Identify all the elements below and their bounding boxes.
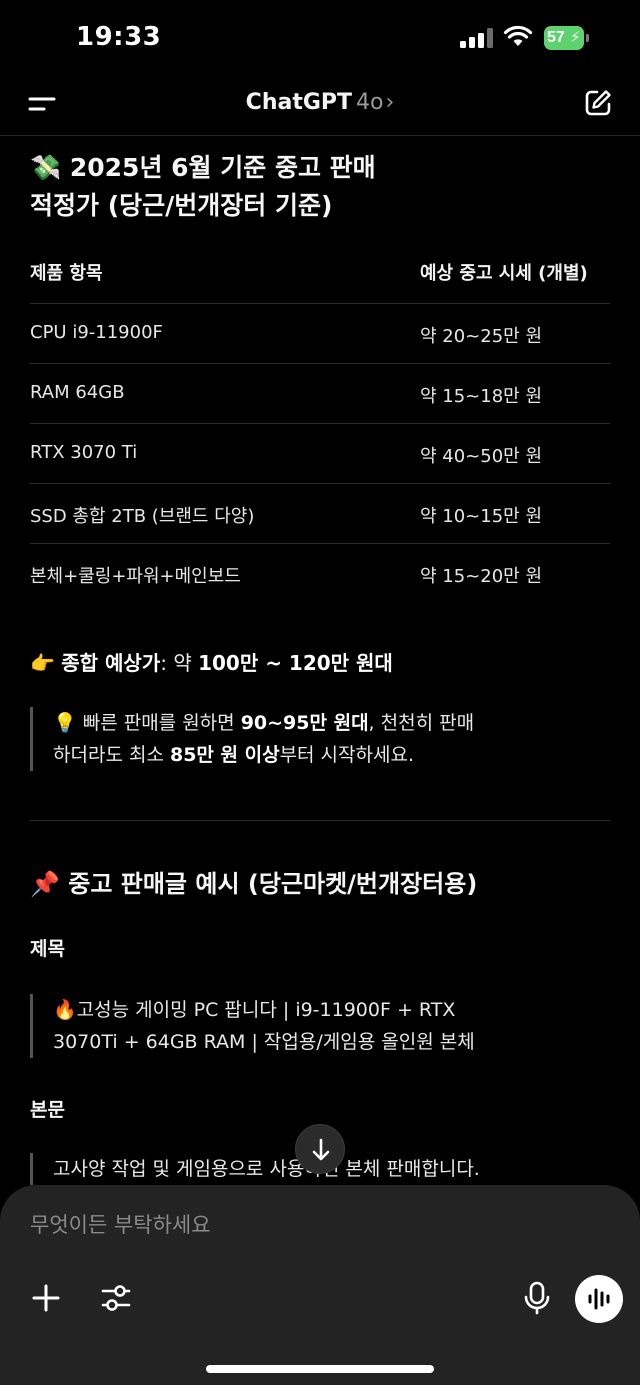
- mic-icon[interactable]: [522, 1281, 552, 1315]
- arrow-down-icon: [312, 1138, 330, 1161]
- battery-percent: 57: [547, 29, 565, 46]
- edit-icon[interactable]: [583, 88, 613, 118]
- table-row: SSD 총합 2TB (브랜드 다양) 약 10~15만 원: [30, 483, 610, 543]
- composer: [0, 1185, 640, 1385]
- table-header-price: 예상 중고 시세 (개별): [420, 263, 588, 284]
- pushpin-icon: 📌: [30, 870, 60, 898]
- charging-bolt-icon: ⚡: [570, 28, 581, 46]
- table-row: 본체+쿨링+파워+메인보드 약 15~20만 원: [30, 543, 610, 603]
- model-selector[interactable]: ChatGPT 4o›: [0, 90, 640, 115]
- money-emoji-icon: 💸: [30, 153, 62, 182]
- fire-icon: 🔥: [53, 999, 77, 1021]
- sliders-icon[interactable]: [100, 1282, 132, 1314]
- app-title: ChatGPT: [245, 90, 353, 115]
- voice-mode-button[interactable]: [575, 1275, 623, 1323]
- message-input[interactable]: [30, 1213, 590, 1237]
- post-body-blockquote: 고사양 작업 및 게임용으로 사용하던 본체 판매합니다.: [30, 1153, 480, 1185]
- table-header-item: 제품 항목: [30, 263, 103, 284]
- body-label: 본문: [30, 1099, 65, 1121]
- chevron-right-icon: ›: [385, 90, 395, 115]
- voice-waveform-icon: [588, 1288, 610, 1310]
- model-name: 4o: [356, 90, 384, 115]
- section-heading-listing: 📌 중고 판매글 예시 (당근마켓/번개장터용): [30, 870, 478, 898]
- table-row: RTX 3070 Ti 약 40~50만 원: [30, 423, 610, 483]
- post-title-blockquote: 🔥고성능 게이밍 PC 팝니다 | i9-11900F + RTX 3070Ti…: [30, 994, 475, 1058]
- lightbulb-icon: 💡: [53, 712, 77, 734]
- title-label: 제목: [30, 938, 65, 960]
- table-row: RAM 64GB 약 15~18만 원: [30, 363, 610, 423]
- divider: [30, 820, 610, 821]
- pointing-hand-icon: 👉: [30, 651, 55, 675]
- home-indicator: [206, 1365, 434, 1373]
- summary-line: 👉 종합 예상가: 약 100만 ~ 120만 원대: [30, 651, 393, 675]
- plus-icon[interactable]: [30, 1282, 62, 1314]
- app-header: ChatGPT 4o›: [0, 76, 640, 136]
- chat-content[interactable]: 💸 2025년 6월 기준 중고 판매 적정가 (당근/번개장터 기준) 제품 …: [0, 137, 640, 1187]
- battery-icon: 57 ⚡: [544, 26, 590, 50]
- status-bar: 19:33 57 ⚡: [0, 0, 640, 76]
- tip-blockquote: 💡 빠른 판매를 원하면 90~95만 원대, 천천히 판매 하더라도 최소 8…: [30, 707, 474, 771]
- table-header: 제품 항목 예상 중고 시세 (개별): [30, 259, 610, 285]
- scroll-down-button[interactable]: [295, 1124, 345, 1174]
- status-time: 19:33: [76, 22, 162, 52]
- cellular-signal-icon: [460, 28, 494, 48]
- table-row: CPU i9-11900F 약 20~25만 원: [30, 303, 610, 363]
- wifi-icon: [503, 25, 533, 46]
- section-heading: 💸 2025년 6월 기준 중고 판매 적정가 (당근/번개장터 기준): [30, 153, 376, 220]
